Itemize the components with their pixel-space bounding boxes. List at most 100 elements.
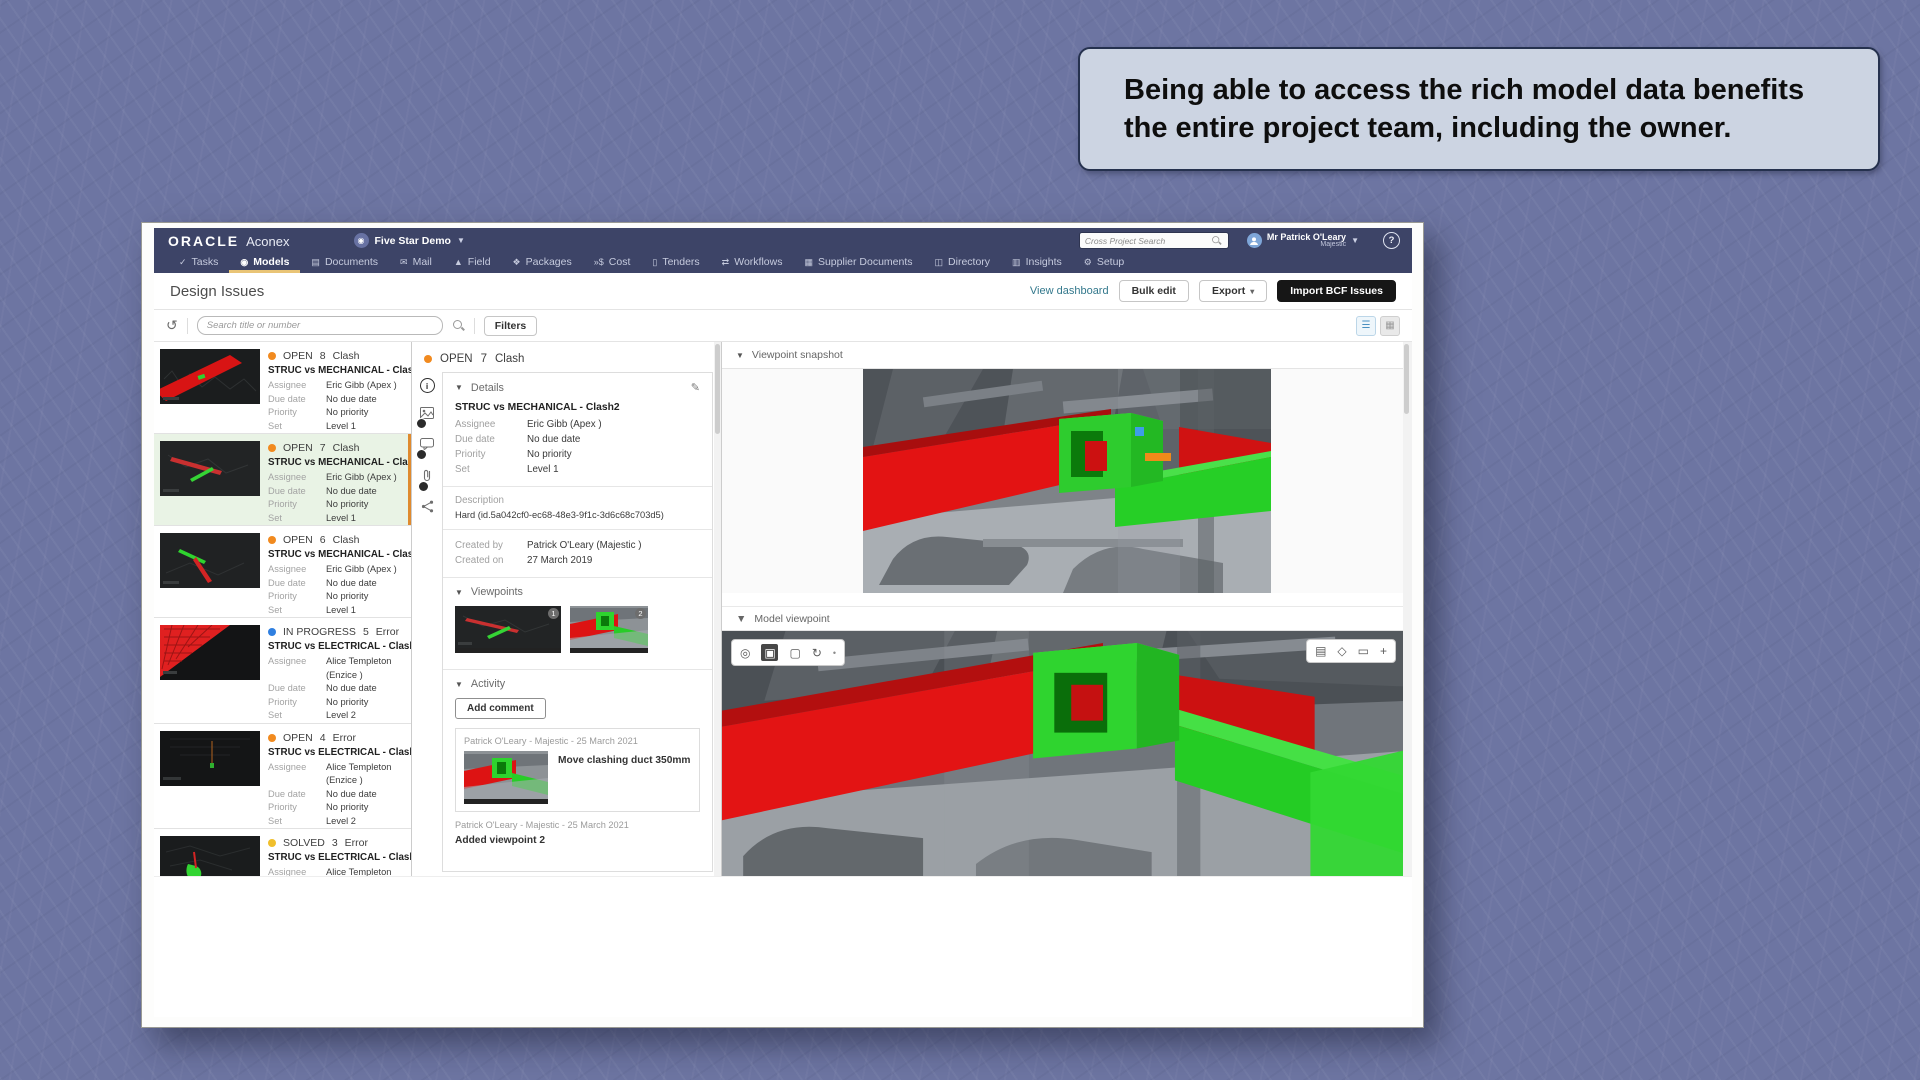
activity-text: Added viewpoint 2 [455, 835, 700, 846]
more-icon[interactable]: • [833, 648, 836, 658]
description-label: Description [455, 495, 700, 506]
edit-pencil-icon[interactable]: ✎ [691, 381, 700, 394]
viewer-scrollbar[interactable] [1403, 342, 1412, 876]
bulk-edit-button[interactable]: Bulk edit [1119, 280, 1189, 302]
filters-button[interactable]: Filters [484, 316, 538, 336]
nav-insights[interactable]: ▥Insights [1001, 256, 1073, 273]
detail-scrollbar[interactable] [714, 342, 721, 876]
activity-thumbnail[interactable] [464, 751, 548, 804]
info-icon[interactable]: i [420, 378, 435, 393]
issue-card[interactable]: OPEN8Clash STRUC vs MECHANICAL - Clash3 … [154, 342, 411, 434]
cube-selected-icon[interactable]: ▣ [761, 644, 778, 661]
help-button[interactable]: ? [1383, 232, 1400, 249]
screen-bottom-blank [154, 877, 1412, 1017]
refresh-icon[interactable]: ↻ [166, 317, 178, 334]
activity-comment-card: Patrick O'Leary - Majestic - 25 March 20… [455, 728, 700, 812]
model-toolbar-right: ▤ ◇ ▭ + [1306, 639, 1396, 663]
caption-line1: Being able to access the rich model data… [1124, 71, 1848, 109]
cube-icon[interactable]: ▢ [789, 646, 800, 660]
viewpoint-snapshot-header: ▼ Viewpoint snapshot [722, 342, 1412, 369]
count-badge [416, 449, 427, 460]
model-viewpoint-area[interactable]: ◎ ▣ ▢ ↻ • ▤ ◇ ▭ + [722, 631, 1412, 876]
chevron-down-icon[interactable]: ▼ [736, 351, 744, 360]
nav-models[interactable]: ◉Models [229, 256, 300, 273]
detail-icon-rail: i [412, 372, 442, 876]
measure-icon[interactable]: ▭ [1358, 644, 1369, 658]
gear-icon: ⚙ [1084, 257, 1092, 268]
issue-title: STRUC vs MECHANICAL - Clash2 [455, 402, 700, 413]
nav-packages[interactable]: ❖Packages [502, 256, 583, 273]
nav-workflows[interactable]: ⇄Workflows [711, 256, 794, 273]
status-dot [268, 734, 276, 742]
nav-tenders[interactable]: ▯Tenders [641, 256, 710, 273]
issue-card[interactable]: SOLVED3Error STRUC vs ELECTRICAL - Clash… [154, 829, 411, 876]
user-org: Majestic [1320, 241, 1346, 249]
add-comment-button[interactable]: Add comment [455, 698, 546, 719]
nav-mail[interactable]: ✉Mail [389, 256, 443, 273]
details-section-title[interactable]: Details [471, 382, 504, 394]
nav-tasks[interactable]: ✓Tasks [168, 256, 229, 273]
model-viewpoint-title[interactable]: Model viewpoint [754, 613, 829, 625]
activity-section-title[interactable]: Activity [471, 678, 505, 690]
chevron-down-icon[interactable]: ▼ [455, 680, 463, 689]
viewpoints-section-title[interactable]: Viewpoints [471, 586, 523, 598]
chevron-down-icon[interactable]: ▼ [455, 383, 463, 392]
description-value: Hard (id.5a042cf0-ec68-48e3-9f1c-3d6c68c… [455, 510, 700, 520]
search-icon[interactable] [452, 319, 465, 332]
page-header: Design Issues View dashboard Bulk edit E… [154, 273, 1412, 310]
comment-icon[interactable] [420, 437, 434, 455]
nav-field[interactable]: ▲Field [443, 256, 502, 273]
activity-meta: Patrick O'Leary - Majestic - 25 March 20… [455, 820, 700, 830]
import-bcf-button[interactable]: Import BCF Issues [1277, 280, 1396, 302]
issue-card-selected[interactable]: OPEN7Clash STRUC vs MECHANICAL - Clash2 … [154, 434, 411, 526]
image-icon[interactable] [420, 406, 434, 424]
chevron-down-icon[interactable]: ▼ [736, 613, 746, 625]
check-icon: ✓ [179, 257, 187, 268]
user-avatar-icon [1247, 233, 1262, 248]
packages-icon: ❖ [513, 257, 521, 268]
nav-setup[interactable]: ⚙Setup [1073, 256, 1136, 273]
viewpoint-snapshot-title[interactable]: Viewpoint snapshot [752, 349, 843, 361]
list-view-toggle[interactable]: ☰ [1356, 316, 1376, 336]
issue-thumbnail [160, 441, 260, 496]
model-viewpoint-image[interactable] [722, 631, 1412, 876]
issue-card[interactable]: OPEN4Error STRUC vs ELECTRICAL - Clash3 … [154, 724, 411, 830]
project-selector[interactable]: ◉ Five Star Demo ▼ [354, 233, 465, 248]
markup-icon[interactable]: ◇ [1337, 644, 1346, 658]
view-dashboard-link[interactable]: View dashboard [1030, 285, 1109, 297]
search-input[interactable] [197, 316, 443, 335]
detail-header: OPEN7Clash [412, 342, 721, 372]
cost-icon: »$ [594, 257, 604, 267]
nav-cost[interactable]: »$Cost [583, 256, 642, 273]
export-button[interactable]: Export▾ [1199, 280, 1267, 302]
rotate-icon[interactable]: ↻ [812, 646, 822, 660]
page-icon[interactable]: ▤ [1315, 644, 1326, 658]
main-nav: ✓Tasks ◉Models ▤Documents ✉Mail ▲Field ❖… [154, 252, 1412, 273]
add-icon[interactable]: + [1380, 644, 1387, 658]
viewpoints-section: ▼ Viewpoints 1 [443, 578, 712, 670]
issue-card[interactable]: OPEN6Clash STRUC vs MECHANICAL - Clash1 … [154, 526, 411, 618]
user-name: Mr Patrick O'Leary [1267, 233, 1346, 241]
nav-documents[interactable]: ▤Documents [300, 256, 389, 273]
attachment-icon[interactable] [422, 468, 432, 487]
nav-directory[interactable]: ◫Directory [924, 256, 1002, 273]
caption-box: Being able to access the rich model data… [1078, 47, 1880, 171]
top-bar: ORACLE Aconex ◉ Five Star Demo ▼ Cross P… [154, 228, 1412, 273]
issue-card[interactable]: IN PROGRESS5Error STRUC vs ELECTRICAL - … [154, 618, 411, 724]
created-section: Created byPatrick O'Leary (Majestic ) Cr… [443, 530, 712, 578]
viewer-panel: ▼ Viewpoint snapshot [722, 342, 1412, 876]
grid-view-toggle[interactable]: ▦ [1380, 316, 1400, 336]
details-section: ▼ Details ✎ STRUC vs MECHANICAL - Clash2… [443, 373, 712, 487]
viewpoint-thumbnail-2[interactable]: 2 [570, 606, 648, 653]
main-content: OPEN8Clash STRUC vs MECHANICAL - Clash3 … [154, 342, 1412, 877]
share-icon[interactable] [421, 500, 434, 518]
issue-thumbnail [160, 533, 260, 588]
user-menu[interactable]: Mr Patrick O'Leary Majestic ▼ [1247, 233, 1359, 249]
nav-supplier-documents[interactable]: ▦Supplier Documents [793, 256, 923, 273]
chevron-down-icon[interactable]: ▼ [455, 588, 463, 597]
visibility-eye-icon[interactable]: ◎ [740, 646, 750, 660]
viewpoint-thumbnail-1[interactable]: 1 [455, 606, 561, 653]
cross-project-search[interactable]: Cross Project Search [1079, 232, 1229, 249]
model-toolbar-left: ◎ ▣ ▢ ↻ • [731, 639, 845, 666]
viewpoint-snapshot-image[interactable] [863, 369, 1271, 593]
